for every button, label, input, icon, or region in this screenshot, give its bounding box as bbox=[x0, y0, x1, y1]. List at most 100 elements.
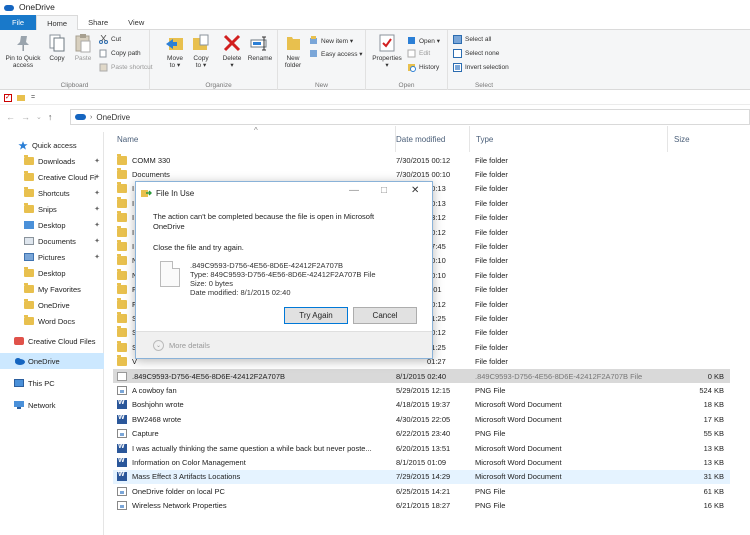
column-header-name[interactable]: Name ^ bbox=[111, 126, 396, 152]
select-none-icon bbox=[453, 49, 462, 58]
cut-button[interactable]: Cut bbox=[99, 34, 121, 44]
nav-downloads[interactable]: Downloads ✦ bbox=[0, 153, 104, 169]
png-image-icon bbox=[117, 385, 127, 395]
paste-shortcut-button[interactable]: Paste shortcut bbox=[99, 63, 153, 72]
open-group-label: Open bbox=[398, 82, 415, 89]
table-row[interactable]: COMM 330 7/30/2015 00:12 File folder bbox=[113, 153, 730, 167]
properties-check-icon-small[interactable] bbox=[4, 93, 12, 102]
dialog-minimize-button[interactable]: — bbox=[349, 185, 359, 196]
file-name-cell: A cowboy fan bbox=[117, 383, 387, 397]
pin-to-quick-access-button[interactable]: Pin to Quick access bbox=[3, 33, 43, 69]
paste-button[interactable]: Paste bbox=[71, 33, 95, 62]
breadcrumb-onedrive[interactable]: OneDrive bbox=[96, 113, 130, 122]
pictures-icon bbox=[24, 253, 34, 261]
folder-icon bbox=[117, 297, 127, 309]
edit-button[interactable]: Edit bbox=[407, 49, 430, 58]
table-row[interactable]: .849C9593-D756-4E56-8D6E-42412F2A707B 8/1… bbox=[113, 369, 730, 383]
file-name-text: COMM 330 bbox=[132, 155, 171, 165]
date-modified-cell: 7/30/2015 00:10 bbox=[396, 169, 451, 179]
size-cell: 16 KB bbox=[703, 501, 724, 511]
nav-onedrive-quick[interactable]: OneDrive bbox=[0, 297, 104, 313]
folder-icon bbox=[117, 239, 127, 251]
nav-network[interactable]: Network bbox=[0, 397, 104, 413]
table-row[interactable]: Boshjohn wrote 4/18/2015 19:37 Microsoft W… bbox=[113, 398, 730, 412]
invert-selection-button[interactable]: Invert selection bbox=[453, 63, 509, 72]
folder-icon bbox=[117, 355, 127, 367]
copy-path-button[interactable]: Copy path bbox=[99, 49, 141, 58]
pin-icon: ✦ bbox=[94, 222, 100, 229]
expand-chevron-icon[interactable]: ⌄ bbox=[153, 339, 164, 351]
nav-snips[interactable]: Snips ✦ bbox=[0, 201, 104, 217]
new-item-button[interactable]: New item ▾ bbox=[309, 36, 353, 45]
column-header-date[interactable]: Date modified bbox=[390, 126, 470, 152]
cancel-button[interactable]: Cancel bbox=[353, 307, 417, 324]
dialog-maximize-button[interactable]: □ bbox=[381, 185, 387, 196]
file-name-text: A cowboy fan bbox=[132, 385, 177, 395]
up-arrow-icon[interactable]: ↑ bbox=[48, 112, 53, 122]
rename-button[interactable]: Rename bbox=[246, 33, 274, 62]
properties-button[interactable]: Properties ▾ bbox=[370, 33, 404, 69]
nav-creative-cloud-quick[interactable]: Creative Cloud Fi ✦ bbox=[0, 169, 104, 185]
history-button[interactable]: History bbox=[407, 63, 439, 72]
column-header-size[interactable]: Size bbox=[668, 126, 728, 152]
recent-dropdown-icon[interactable]: ⌄ bbox=[36, 113, 42, 121]
forward-arrow-icon[interactable]: → bbox=[21, 112, 30, 122]
nav-pictures[interactable]: Pictures ✦ bbox=[0, 249, 104, 265]
file-name-cell: Capture bbox=[117, 427, 387, 441]
tab-home[interactable]: Home bbox=[36, 15, 79, 30]
nav-desktop[interactable]: Desktop bbox=[0, 265, 104, 281]
table-row[interactable]: Information on Color Management 8/1/2015 … bbox=[113, 455, 730, 469]
select-none-button[interactable]: Select none bbox=[453, 49, 499, 58]
try-again-button[interactable]: Try Again bbox=[284, 307, 348, 324]
folder-icon-small[interactable] bbox=[17, 94, 25, 101]
qat-dropdown[interactable]: = bbox=[31, 94, 35, 101]
nav-word-docs[interactable]: Word Docs bbox=[0, 313, 104, 329]
table-row[interactable]: Wireless Network Properties 6/21/2015 18:… bbox=[113, 499, 730, 513]
column-header-type[interactable]: Type bbox=[470, 126, 668, 152]
dialog-instruction: Close the file and try again. bbox=[153, 243, 244, 252]
type-cell: File folder bbox=[475, 342, 508, 352]
table-row[interactable]: BW2468 wrote 4/30/2015 22:05 Microsoft Wor… bbox=[113, 412, 730, 426]
delete-x-icon bbox=[222, 33, 242, 53]
new-folder-button[interactable]: New folder bbox=[280, 33, 306, 69]
nav-creative-cloud-files[interactable]: Creative Cloud Files bbox=[0, 333, 104, 349]
table-row[interactable]: Documents 7/30/2015 00:10 File folder bbox=[113, 167, 730, 181]
table-row[interactable]: OneDrive folder on local PC 6/25/2015 14:… bbox=[113, 484, 730, 498]
table-row[interactable]: Capture 6/22/2015 23:40 PNG File 55 KB bbox=[113, 427, 730, 441]
size-cell: 18 KB bbox=[703, 400, 724, 410]
onedrive-cloud-icon bbox=[3, 3, 15, 11]
tab-file[interactable]: File bbox=[0, 15, 37, 30]
nav-documents[interactable]: Documents ✦ bbox=[0, 233, 104, 249]
date-modified-cell: 8/1/2015 01:09 bbox=[396, 457, 447, 467]
open-button[interactable]: Open ▾ bbox=[407, 36, 440, 45]
pin-icon: ✦ bbox=[94, 238, 100, 245]
file-name-text: OneDrive folder on local PC bbox=[132, 486, 225, 496]
table-row[interactable]: A cowboy fan 5/29/2015 12:15 PNG File 524 K… bbox=[113, 383, 730, 397]
more-details-link[interactable]: More details bbox=[169, 341, 210, 350]
nav-this-pc[interactable]: This PC bbox=[0, 375, 104, 391]
nav-quick-access[interactable]: Quick access bbox=[0, 137, 104, 153]
address-bar[interactable]: › OneDrive bbox=[70, 109, 750, 125]
edit-icon bbox=[407, 49, 416, 58]
copy-to-button[interactable]: Copy to ▾ bbox=[190, 33, 212, 69]
file-date: Date modified: 8/1/2015 02:40 bbox=[190, 288, 291, 297]
table-row[interactable]: Mass Effect 3 Artifacts Locations 7/29/20… bbox=[113, 469, 730, 484]
dialog-close-button[interactable]: ✕ bbox=[411, 185, 419, 196]
tab-share[interactable]: Share bbox=[78, 15, 118, 30]
sort-ascending-icon: ^ bbox=[254, 126, 258, 135]
select-all-button[interactable]: Select all bbox=[453, 35, 491, 44]
nav-my-favorites[interactable]: My Favorites bbox=[0, 281, 104, 297]
move-to-button[interactable]: Move to ▾ bbox=[164, 33, 186, 69]
copy-button[interactable]: Copy bbox=[45, 33, 69, 62]
date-modified-cell: 7/30/2015 00:12 bbox=[396, 155, 451, 165]
file-name-cell: .849C9593-D756-4E56-8D6E-42412F2A707B bbox=[117, 369, 387, 383]
easy-access-button[interactable]: Easy access ▾ bbox=[309, 49, 363, 58]
tab-view[interactable]: View bbox=[118, 15, 154, 30]
nav-onedrive[interactable]: OneDrive bbox=[0, 353, 104, 369]
nav-desktop-pinned[interactable]: Desktop ✦ bbox=[0, 217, 104, 233]
table-row[interactable]: I was actually thinking the same questio… bbox=[113, 441, 730, 455]
creative-cloud-icon bbox=[14, 337, 24, 345]
nav-shortcuts[interactable]: Shortcuts ✦ bbox=[0, 185, 104, 201]
back-arrow-icon[interactable]: ← bbox=[6, 112, 15, 122]
delete-button[interactable]: Delete ▾ bbox=[220, 33, 244, 69]
